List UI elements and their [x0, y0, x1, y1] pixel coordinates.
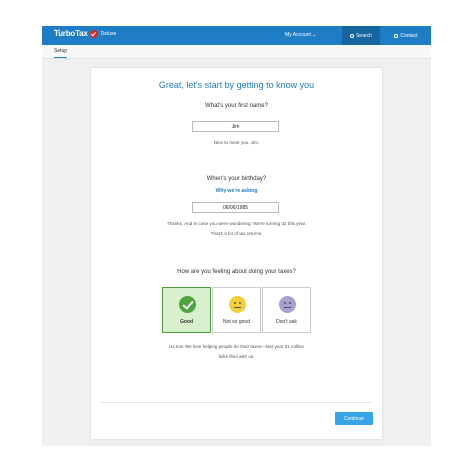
mood-option-good[interactable]: Good	[162, 287, 211, 333]
neutral-face-icon	[229, 296, 246, 313]
app-window: intuit TurboTax Deluxe My Account ⌄ Sear…	[42, 26, 431, 446]
mood-label-dont-ask: Don't ask	[276, 319, 297, 325]
turbotax-logo[interactable]: intuit TurboTax Deluxe	[54, 28, 117, 38]
turbotax-check-icon	[89, 29, 98, 38]
top-nav-bar: intuit TurboTax Deluxe My Account ⌄ Sear…	[42, 26, 431, 45]
person-icon	[394, 33, 399, 38]
face-eye	[289, 301, 291, 304]
first-name-question: What's your first name?	[205, 103, 268, 109]
mood-message-line1: Us too! We love helping people do their …	[169, 344, 304, 349]
birthday-message-line1: Thanks. And in case you were wondering: …	[166, 221, 307, 226]
why-we-are-asking-link[interactable]: Why we're asking	[91, 188, 382, 194]
sub-nav-bar: Setup	[42, 45, 431, 59]
mood-option-dont-ask[interactable]: Don't ask	[262, 287, 311, 333]
birthday-question: When's your birthday?	[206, 176, 267, 182]
continue-button[interactable]: Continue	[335, 412, 373, 425]
page-title: Great, let's start by getting to know yo…	[158, 80, 315, 90]
setup-card: Great, let's start by getting to know yo…	[91, 68, 382, 439]
face-mouth	[234, 307, 241, 308]
mood-option-not-so-good[interactable]: Not so good	[212, 287, 261, 333]
search-label: Search	[356, 32, 372, 39]
birthday-message-line2: That's a lot of tax returns.	[210, 231, 263, 236]
birthday-input[interactable]: 06/06/1985	[192, 202, 279, 213]
chevron-down-icon: ⌄	[312, 32, 317, 38]
logo-intuit-text: intuit	[54, 28, 61, 32]
my-account-label: My Account	[285, 32, 311, 38]
contact-button[interactable]: Contact	[381, 26, 431, 45]
first-name-input[interactable]: Jim	[192, 121, 279, 132]
card-divider	[101, 402, 372, 403]
first-name-message: Nice to meet you, Jim.	[213, 140, 260, 145]
unhappy-face-icon	[279, 296, 296, 313]
my-account-menu[interactable]: My Account ⌄	[285, 32, 316, 38]
edition-label: Deluxe	[100, 30, 117, 37]
contact-label: Contact	[400, 32, 418, 39]
search-button[interactable]: Search	[342, 26, 380, 45]
check-icon	[179, 296, 196, 313]
tab-setup[interactable]: Setup	[54, 48, 68, 58]
mood-label-good: Good	[179, 319, 194, 325]
mood-label-not-so-good: Not so good	[223, 319, 250, 325]
face-mouth	[284, 307, 291, 308]
mood-message-line2: folks filed with us.	[218, 354, 255, 359]
face-eye	[284, 301, 286, 304]
face-eye	[239, 301, 241, 304]
search-icon	[350, 33, 355, 38]
feeling-question: How are you feeling about doing your tax…	[177, 269, 296, 275]
face-eye	[234, 301, 236, 304]
